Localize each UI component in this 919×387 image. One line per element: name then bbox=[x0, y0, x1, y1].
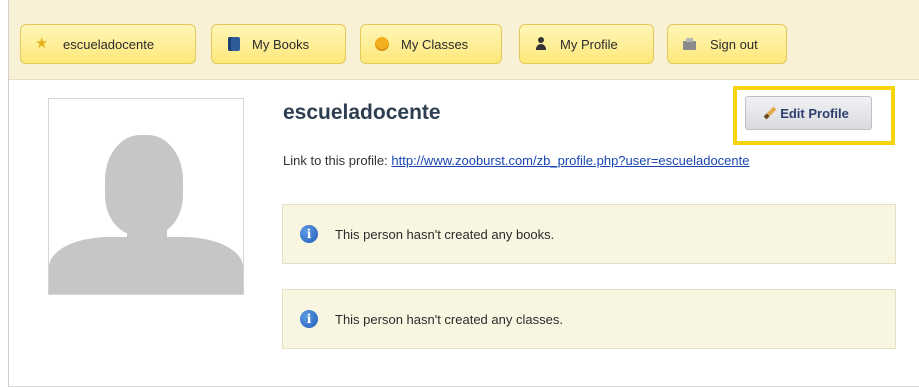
signout-icon bbox=[682, 36, 698, 52]
profile-link[interactable]: http://www.zooburst.com/zb_profile.php?u… bbox=[391, 153, 749, 168]
pencil-icon bbox=[763, 106, 777, 120]
smiley-icon bbox=[375, 37, 389, 51]
edit-profile-button[interactable]: Edit Profile bbox=[745, 96, 872, 130]
nav-my-classes-label: My Classes bbox=[401, 36, 469, 52]
nav-my-classes-button[interactable]: My Classes bbox=[360, 24, 502, 64]
nav-my-profile-label: My Profile bbox=[560, 36, 618, 52]
info-icon: i bbox=[300, 225, 318, 243]
books-notice: i This person hasn't created any books. bbox=[282, 204, 896, 264]
avatar-body bbox=[49, 237, 243, 294]
nav-my-books-label: My Books bbox=[252, 36, 310, 52]
edit-profile-label: Edit Profile bbox=[780, 105, 849, 121]
classes-notice-text: This person hasn't created any classes. bbox=[335, 311, 563, 327]
classes-notice: i This person hasn't created any classes… bbox=[282, 289, 896, 349]
avatar-head bbox=[105, 135, 183, 235]
person-icon bbox=[534, 36, 548, 52]
nav-my-profile-button[interactable]: My Profile bbox=[519, 24, 654, 64]
nav-user-button[interactable]: ★ escueladocente bbox=[20, 24, 196, 64]
profile-name: escueladocente bbox=[283, 101, 441, 124]
nav-sign-out-label: Sign out bbox=[710, 36, 758, 52]
profile-link-line: Link to this profile: http://www.zooburs… bbox=[283, 153, 749, 168]
nav-user-label: escueladocente bbox=[63, 36, 155, 52]
avatar bbox=[48, 98, 244, 295]
books-icon bbox=[228, 37, 240, 51]
profile-link-label: Link to this profile: bbox=[283, 153, 388, 168]
nav-my-books-button[interactable]: My Books bbox=[211, 24, 346, 64]
info-icon: i bbox=[300, 310, 318, 328]
books-notice-text: This person hasn't created any books. bbox=[335, 226, 555, 242]
nav-sign-out-button[interactable]: Sign out bbox=[667, 24, 787, 64]
star-icon: ★ bbox=[35, 35, 49, 52]
